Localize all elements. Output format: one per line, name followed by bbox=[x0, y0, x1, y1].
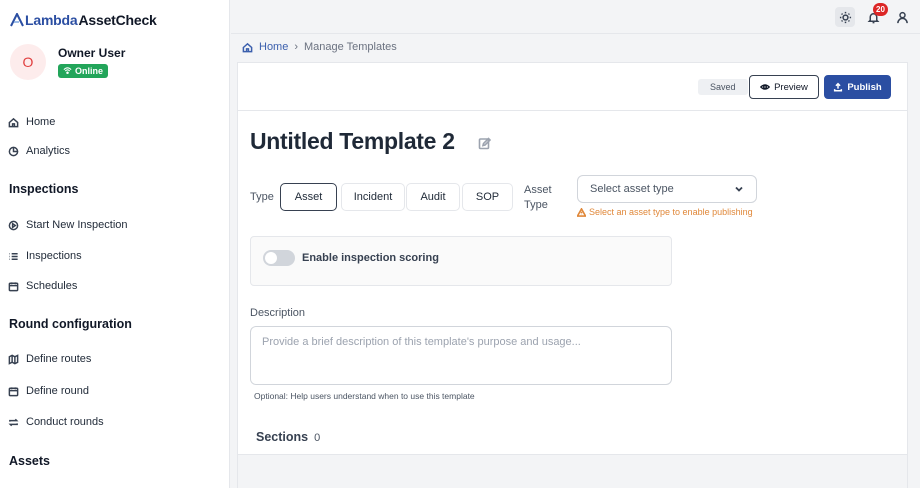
sidebar-item-analytics[interactable]: Analytics bbox=[8, 143, 70, 159]
upload-icon bbox=[834, 82, 843, 92]
scoring-panel: Enable inspection scoring bbox=[250, 236, 672, 286]
asset-type-label-line2: Type bbox=[524, 199, 548, 211]
asset-type-warning: Select an asset type to enable publishin… bbox=[577, 207, 753, 217]
sidebar-item-schedules[interactable]: Schedules bbox=[8, 278, 77, 294]
status-badge: Online bbox=[58, 63, 109, 78]
play-circle-icon bbox=[8, 220, 19, 230]
sidebar-item-inspections[interactable]: Inspections bbox=[8, 248, 82, 264]
breadcrumb: Home › Manage Templates bbox=[242, 41, 397, 53]
asset-type-label-line1: Asset bbox=[524, 184, 552, 196]
sidebar-item-label: Analytics bbox=[26, 145, 71, 157]
asset-type-label: Asset Type bbox=[524, 183, 552, 213]
scoring-label: Enable inspection scoring bbox=[302, 252, 439, 264]
editor-toolbar: Saved Preview Publish bbox=[238, 63, 907, 111]
edit-icon bbox=[478, 137, 492, 150]
lambda-logo-icon bbox=[10, 13, 24, 27]
sidebar-item-label: Start New Inspection bbox=[26, 219, 128, 231]
description-help-text: Optional: Help users understand when to … bbox=[254, 391, 475, 401]
sidebar-item-home[interactable]: Home bbox=[8, 114, 55, 130]
sun-icon bbox=[839, 11, 851, 23]
sidebar-item-define-round[interactable]: Define round bbox=[8, 383, 89, 399]
user-icon bbox=[896, 11, 908, 23]
sections-label: Sections bbox=[256, 430, 309, 444]
sections-area bbox=[238, 454, 907, 488]
asset-type-warning-text: Select an asset type to enable publishin… bbox=[589, 207, 753, 217]
type-option-incident[interactable]: Incident bbox=[341, 183, 405, 211]
repeat-icon bbox=[8, 418, 19, 426]
saved-status-badge: Saved bbox=[698, 79, 748, 95]
avatar: O bbox=[10, 44, 46, 80]
status-text: Online bbox=[75, 65, 104, 76]
sidebar-item-define-routes[interactable]: Define routes bbox=[8, 351, 91, 367]
type-option-asset[interactable]: Asset bbox=[280, 183, 337, 211]
warning-icon bbox=[577, 207, 586, 217]
sidebar-item-conduct-rounds[interactable]: Conduct rounds bbox=[8, 414, 104, 430]
sidebar-item-label: Define routes bbox=[26, 353, 92, 365]
preview-button[interactable]: Preview bbox=[749, 75, 819, 99]
sidebar-item-label: Inspections bbox=[26, 250, 82, 262]
section-heading-inspections: Inspections bbox=[9, 182, 79, 196]
sidebar-item-label: Define round bbox=[26, 385, 89, 397]
top-bar: 20 bbox=[231, 0, 920, 34]
sections-heading: Sections 0 bbox=[256, 430, 320, 444]
breadcrumb-home-link[interactable]: Home bbox=[259, 41, 288, 53]
scoring-toggle[interactable] bbox=[263, 250, 295, 266]
publish-button[interactable]: Publish bbox=[824, 75, 891, 99]
brand-logo[interactable]: Lambda AssetCheck bbox=[10, 10, 157, 30]
chevron-down-icon bbox=[735, 186, 743, 192]
sidebar-item-label: Home bbox=[26, 116, 56, 128]
calendar-icon bbox=[8, 281, 19, 291]
chevron-right-icon: › bbox=[294, 41, 299, 53]
type-option-audit[interactable]: Audit bbox=[406, 183, 460, 211]
publish-button-label: Publish bbox=[847, 81, 882, 93]
sidebar-item-label: Schedules bbox=[26, 280, 78, 292]
home-icon bbox=[8, 117, 19, 127]
asset-type-select-value: Select asset type bbox=[590, 183, 674, 195]
wifi-icon bbox=[63, 67, 72, 75]
pie-chart-icon bbox=[8, 146, 19, 156]
notification-count-badge: 20 bbox=[873, 3, 888, 16]
asset-type-select[interactable]: Select asset type bbox=[577, 175, 757, 203]
sections-count: 0 bbox=[314, 432, 321, 444]
map-icon bbox=[8, 353, 19, 365]
list-icon bbox=[9, 252, 18, 260]
breadcrumb-current: Manage Templates bbox=[304, 41, 397, 53]
preview-button-label: Preview bbox=[774, 81, 808, 93]
calendar-icon bbox=[8, 386, 19, 396]
description-input[interactable] bbox=[250, 326, 672, 385]
type-label: Type bbox=[250, 191, 274, 203]
sidebar-item-start-new-inspection[interactable]: Start New Inspection bbox=[8, 217, 128, 233]
sidebar: Lambda AssetCheck O Owner User Online Hom… bbox=[0, 0, 230, 488]
theme-toggle-button[interactable] bbox=[835, 7, 855, 27]
toggle-knob bbox=[265, 252, 277, 264]
sidebar-item-label: Conduct rounds bbox=[26, 416, 104, 428]
type-option-sop[interactable]: SOP bbox=[462, 183, 513, 211]
section-heading-round-configuration: Round configuration bbox=[9, 317, 132, 331]
template-editor-card: Saved Preview Publish Untitled Template … bbox=[237, 62, 908, 488]
eye-icon bbox=[760, 84, 771, 90]
home-icon bbox=[242, 42, 253, 52]
template-title: Untitled Template 2 bbox=[250, 128, 455, 154]
brand-name-secondary: AssetCheck bbox=[78, 12, 157, 28]
section-heading-assets: Assets bbox=[9, 454, 50, 468]
user-profile[interactable]: O Owner User Online bbox=[10, 44, 125, 80]
description-label: Description bbox=[250, 307, 306, 319]
user-menu-button[interactable] bbox=[892, 7, 912, 27]
brand-name-primary: Lambda bbox=[25, 12, 78, 28]
user-name: Owner User bbox=[58, 45, 126, 60]
edit-title-button[interactable] bbox=[478, 137, 492, 150]
